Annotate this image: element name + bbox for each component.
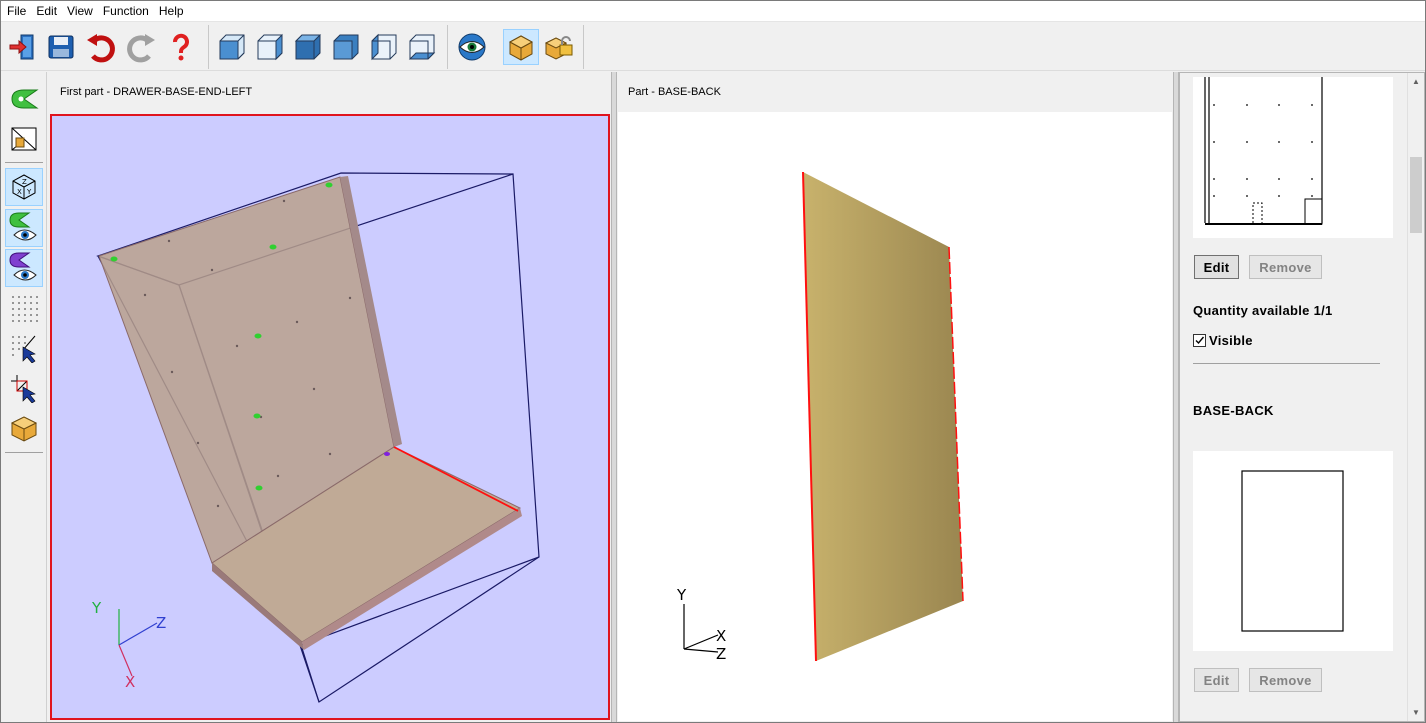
- crosshair-select-button[interactable]: [5, 369, 43, 407]
- exit-icon: [9, 34, 34, 60]
- menu-file[interactable]: File: [3, 1, 31, 22]
- toolbar: [1, 23, 1425, 71]
- second-remove-button[interactable]: Remove: [1249, 668, 1322, 692]
- panel-scrollbar[interactable]: ▲ ▼: [1407, 73, 1424, 721]
- grid-pointer-icon: [12, 335, 36, 363]
- svg-text:X: X: [17, 188, 22, 196]
- toolbar-separator: [583, 25, 584, 69]
- eye-view-button[interactable]: [454, 29, 490, 65]
- scroll-down-arrow[interactable]: ▼: [1408, 704, 1424, 721]
- cube-view-4-icon: [333, 34, 359, 60]
- box-mode-button[interactable]: [503, 29, 539, 65]
- tool-separator: [5, 162, 43, 163]
- axis-x-label: X: [716, 627, 726, 645]
- select-area-button[interactable]: [5, 120, 43, 158]
- first-part-viewport: First part - DRAWER-BASE-END-LEFT Y Z X: [50, 72, 610, 721]
- left-tool-column: Z X Y: [1, 72, 47, 722]
- view-bottom-button[interactable]: [404, 29, 440, 65]
- check-icon: [1195, 336, 1205, 345]
- viewport-splitter[interactable]: [611, 72, 617, 722]
- visible-label: Visible: [1209, 333, 1253, 348]
- redo-icon: [127, 34, 155, 63]
- select-area-icon: [11, 127, 37, 151]
- undo-button[interactable]: [83, 29, 119, 65]
- axis-y-label: Y: [676, 586, 687, 604]
- menu-help[interactable]: Help: [154, 1, 189, 22]
- drawer-base-3d-model: Y Z X: [91, 172, 540, 703]
- first-remove-button[interactable]: Remove: [1249, 255, 1322, 279]
- visible-checkbox[interactable]: [1193, 334, 1206, 347]
- eye-view-icon: [458, 33, 486, 61]
- panel-divider: [1193, 363, 1380, 364]
- show-green-markers-button[interactable]: [5, 209, 43, 247]
- second-edit-button[interactable]: Edit: [1194, 668, 1239, 692]
- grid-button[interactable]: [5, 289, 43, 327]
- menu-edit[interactable]: Edit: [31, 1, 62, 22]
- menubar: File Edit View Function Help: [1, 1, 1425, 22]
- exit-button[interactable]: [5, 29, 41, 65]
- axis-x-label: X: [125, 673, 135, 691]
- view-left-button[interactable]: [366, 29, 402, 65]
- application-window: File Edit View Function Help Z X Y First…: [0, 0, 1426, 723]
- tool-separator: [5, 452, 43, 453]
- axis-z-label: Z: [716, 645, 726, 663]
- axis-z-label: Z: [156, 614, 166, 632]
- 3d-canvas-left[interactable]: Y Z X: [50, 114, 610, 720]
- add-marker-button[interactable]: [5, 80, 43, 118]
- green-marker-icon: [11, 89, 39, 109]
- cube-view-5-icon: [371, 33, 397, 61]
- menu-function[interactable]: Function: [98, 1, 154, 22]
- green-marker-eye-icon: [9, 212, 37, 241]
- quantity-available-text: Quantity available 1/1: [1193, 303, 1333, 318]
- svg-text:Z: Z: [22, 178, 27, 186]
- save-button[interactable]: [43, 29, 79, 65]
- axes-view-button[interactable]: Z X Y: [5, 168, 43, 206]
- cube-view-6-icon: [408, 34, 436, 60]
- grid-dots-icon: [12, 296, 38, 322]
- cube-view-2-icon: [257, 33, 283, 61]
- viewport-title: First part - DRAWER-BASE-END-LEFT: [50, 72, 610, 112]
- menu-view[interactable]: View: [62, 1, 98, 22]
- properties-panel: Edit Remove Quantity available 1/1 Visib…: [1179, 72, 1425, 722]
- view-top-button[interactable]: [290, 29, 326, 65]
- toolbar-separator: [208, 25, 209, 69]
- box-icon: [10, 416, 38, 442]
- viewport-title: Part - BASE-BACK: [618, 72, 1172, 112]
- crosshair-pointer-icon: [11, 375, 36, 403]
- help-button[interactable]: [163, 29, 199, 65]
- lock-box-button[interactable]: [541, 29, 577, 65]
- 3d-canvas-right[interactable]: Y X Z: [618, 114, 1172, 720]
- second-part-drawing: [1241, 470, 1344, 632]
- second-part-thumbnail: [1193, 451, 1393, 651]
- scrollbar-thumb[interactable]: [1410, 157, 1422, 233]
- view-solid-button[interactable]: [328, 29, 364, 65]
- box-tool-button[interactable]: [5, 409, 43, 447]
- visible-toggle[interactable]: Visible: [1193, 333, 1253, 348]
- part-name-label: BASE-BACK: [1193, 403, 1274, 418]
- grid-snap-button[interactable]: [5, 329, 43, 367]
- view-back-button[interactable]: [252, 29, 288, 65]
- save-icon: [48, 35, 74, 59]
- svg-text:Y: Y: [26, 188, 32, 196]
- first-part-thumbnail: [1193, 77, 1393, 238]
- part-viewport: Part - BASE-BACK Y X Z: [618, 72, 1172, 721]
- base-back-3d-model: Y X Z: [676, 171, 964, 663]
- first-edit-button[interactable]: Edit: [1194, 255, 1239, 279]
- undo-icon: [87, 34, 115, 63]
- first-part-drawing: [1204, 77, 1323, 225]
- cube-view-3-icon: [294, 34, 322, 60]
- purple-marker-eye-icon: [9, 252, 37, 281]
- lock-box-icon: [544, 36, 573, 60]
- view-front-button[interactable]: [214, 29, 250, 65]
- show-purple-markers-button[interactable]: [5, 249, 43, 287]
- scroll-up-arrow[interactable]: ▲: [1408, 73, 1424, 90]
- toolbar-separator: [447, 25, 448, 69]
- help-icon: [173, 33, 189, 61]
- axes-cube-icon: Z X Y: [12, 174, 36, 200]
- axis-y-label: Y: [91, 599, 102, 617]
- cube-view-1-icon: [219, 34, 245, 60]
- box-icon: [508, 35, 534, 61]
- redo-button[interactable]: [123, 29, 159, 65]
